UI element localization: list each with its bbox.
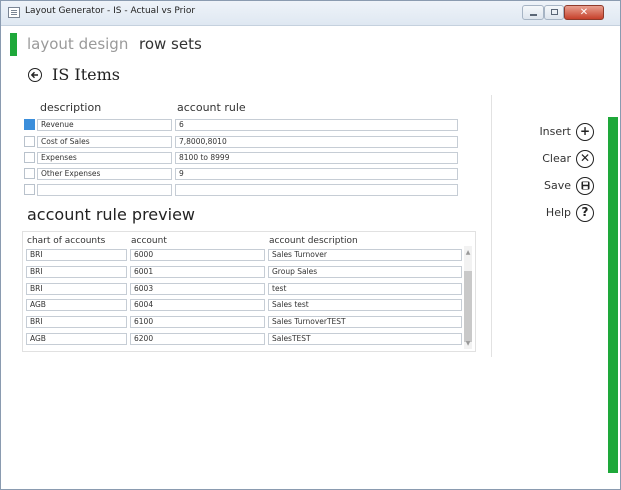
account-rule-field[interactable]: 7,8000,8010 (175, 136, 458, 148)
tab-row-sets[interactable]: row sets (139, 35, 202, 53)
scroll-down-icon[interactable]: ▼ (465, 341, 471, 347)
nav-active-indicator (10, 33, 17, 56)
preview-chart-cell: AGB (26, 299, 127, 311)
preview-account-cell: 6001 (130, 266, 265, 278)
insert-label[interactable]: Insert (511, 125, 571, 138)
tab-layout-design[interactable]: layout design (27, 35, 128, 53)
chart-column-header: chart of accounts (27, 236, 106, 246)
preview-chart-cell: AGB (26, 333, 127, 345)
close-button[interactable]: ✕ (564, 5, 604, 20)
description-field[interactable]: Cost of Sales (37, 136, 172, 148)
account-rule-column-header: account rule (177, 101, 246, 114)
preview-description-cell: test (268, 283, 462, 295)
description-field[interactable]: Other Expenses (37, 168, 172, 180)
preview-account-cell: 6004 (130, 299, 265, 311)
minimize-button[interactable] (522, 5, 544, 20)
question-circle-icon: ? (581, 205, 589, 219)
back-arrow-icon (30, 71, 38, 79)
app-icon (8, 7, 20, 18)
preview-description-cell: SalesTEST (268, 333, 462, 345)
account-column-header: account (131, 236, 167, 246)
preview-description-cell: Sales Turnover (268, 249, 462, 261)
preview-chart-cell: BRI (26, 249, 127, 261)
plus-circle-icon: + (579, 124, 591, 138)
preview-scroll-thumb[interactable] (464, 271, 472, 342)
maximize-icon (551, 9, 558, 15)
preview-description-cell: Group Sales (268, 266, 462, 278)
save-label[interactable]: Save (511, 179, 571, 192)
window-title: Layout Generator - IS - Actual vs Prior (25, 6, 196, 16)
preview-description-cell: Sales TurnoverTEST (268, 316, 462, 328)
back-button[interactable] (28, 68, 42, 82)
insert-button[interactable]: + (576, 123, 594, 141)
scroll-up-icon[interactable]: ▲ (465, 250, 471, 256)
close-icon: ✕ (579, 7, 589, 18)
preview-chart-cell: BRI (26, 283, 127, 295)
preview-description-cell: Sales test (268, 299, 462, 311)
panel-divider (491, 95, 492, 357)
preview-title: account rule preview (27, 205, 195, 224)
row-selector[interactable] (24, 152, 35, 163)
description-field[interactable] (37, 184, 172, 196)
maximize-button[interactable] (544, 5, 564, 20)
help-label[interactable]: Help (511, 206, 571, 219)
title-bar[interactable]: Layout Generator - IS - Actual vs Prior … (1, 1, 620, 26)
preview-account-cell: 6100 (130, 316, 265, 328)
clear-label[interactable]: Clear (511, 152, 571, 165)
account-description-column-header: account description (269, 236, 358, 246)
save-disk-icon (581, 181, 589, 190)
help-button[interactable]: ? (576, 204, 594, 222)
row-selector[interactable] (24, 184, 35, 195)
row-selector[interactable] (24, 136, 35, 147)
description-field[interactable]: Revenue (37, 119, 172, 131)
description-field[interactable]: Expenses (37, 152, 172, 164)
row-selector[interactable] (24, 168, 35, 179)
accent-sidebar-bar (608, 117, 618, 473)
preview-account-cell: 6000 (130, 249, 265, 261)
preview-chart-cell: BRI (26, 316, 127, 328)
account-rule-field[interactable]: 9 (175, 168, 458, 180)
minimize-icon (530, 14, 537, 16)
x-circle-icon: ✕ (579, 151, 591, 165)
page-title: IS Items (52, 65, 120, 84)
preview-chart-cell: BRI (26, 266, 127, 278)
clear-button[interactable]: ✕ (576, 150, 594, 168)
account-rule-field[interactable]: 8100 to 8999 (175, 152, 458, 164)
save-button[interactable] (576, 177, 594, 195)
account-rule-field[interactable]: 6 (175, 119, 458, 131)
account-rule-field[interactable] (175, 184, 458, 196)
preview-account-cell: 6200 (130, 333, 265, 345)
row-selector[interactable] (24, 119, 35, 130)
preview-account-cell: 6003 (130, 283, 265, 295)
description-column-header: description (40, 101, 102, 114)
